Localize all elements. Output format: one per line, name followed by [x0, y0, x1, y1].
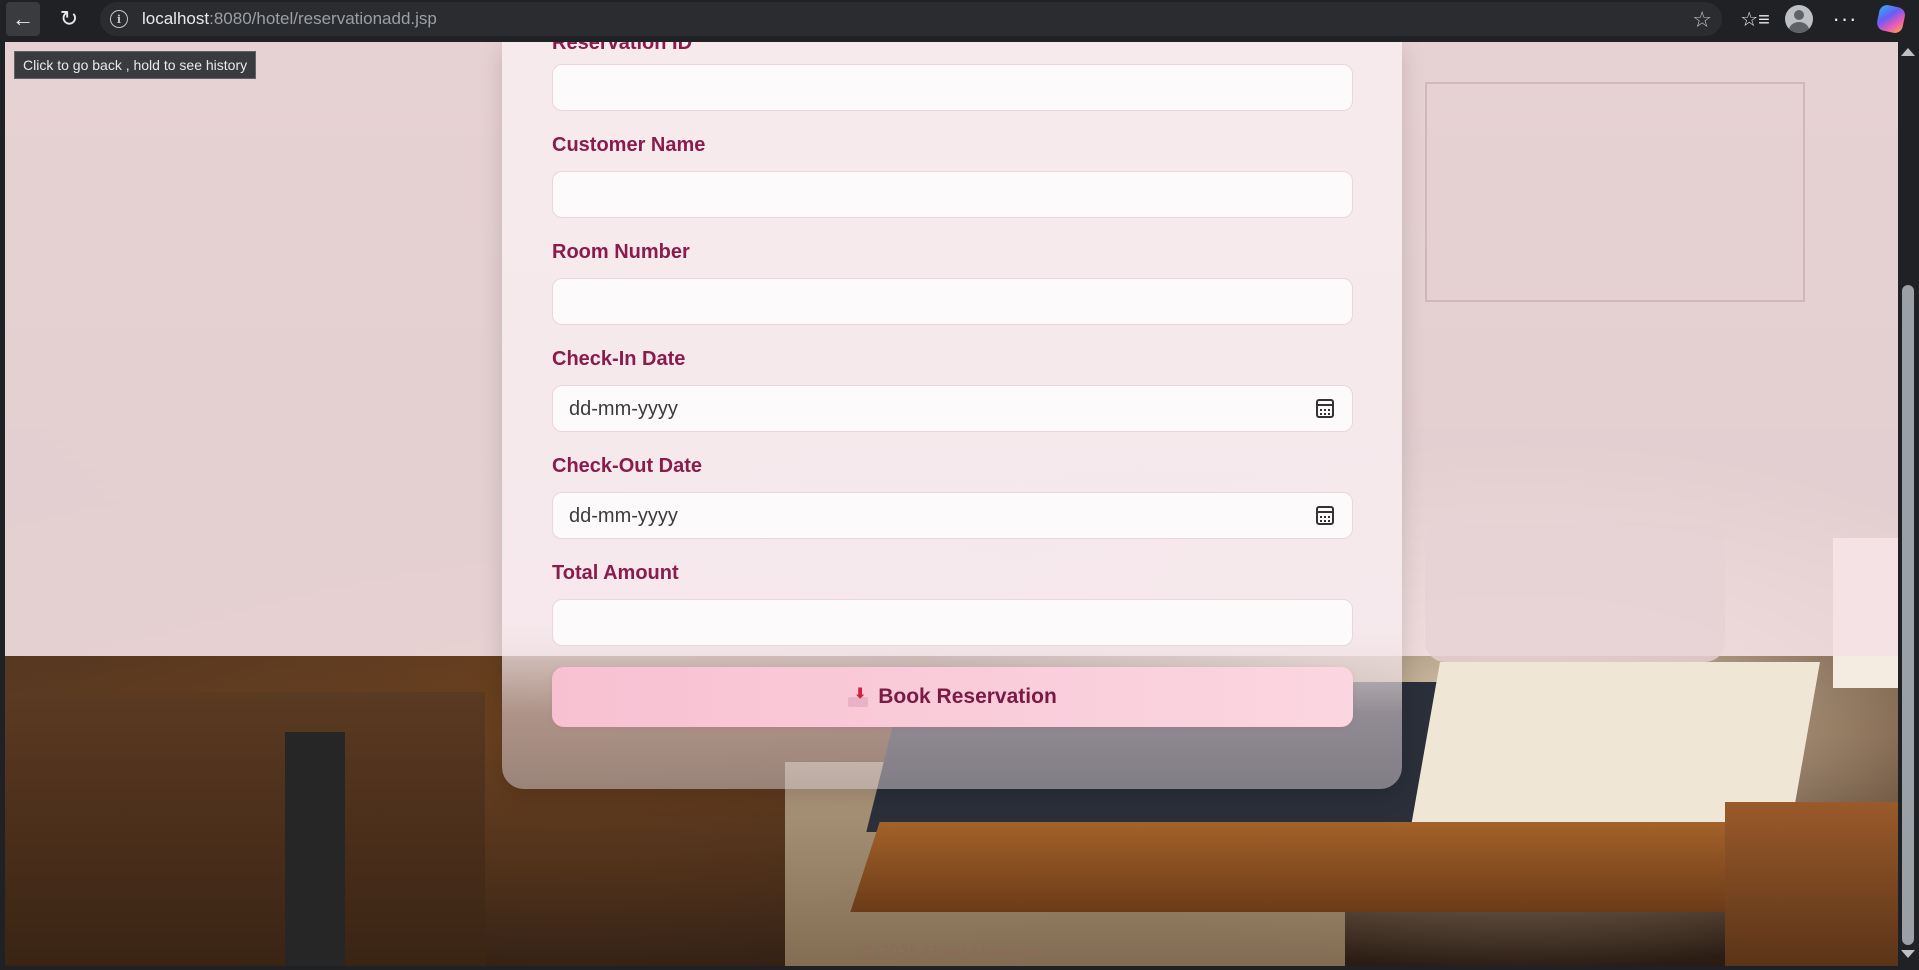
reservation-form-card: Reservation ID Customer Name Room Number… — [502, 42, 1402, 789]
page-viewport: Reservation ID Customer Name Room Number… — [5, 42, 1898, 966]
check-in-date-label: Check-In Date — [552, 348, 686, 370]
room-number-label: Room Number — [552, 241, 690, 263]
browser-toolbar: ← ↻ i localhost:8080/hotel/reservationad… — [0, 0, 1919, 42]
down-arrow-shape: ⬇ — [854, 685, 866, 701]
check-in-date-placeholder: dd-mm-yyyy — [569, 398, 678, 420]
url-host: localhost — [142, 9, 210, 28]
scrollbar-thumb[interactable] — [1902, 285, 1914, 945]
bookmark-star-icon[interactable]: ☆ — [1692, 7, 1712, 33]
check-out-date-placeholder: dd-mm-yyyy — [569, 505, 678, 527]
scroll-up-arrow-icon[interactable] — [1901, 48, 1915, 56]
customer-name-input[interactable] — [552, 171, 1353, 218]
inbox-tray-icon: ⬇ — [848, 685, 869, 707]
check-out-date-label: Check-Out Date — [552, 455, 703, 477]
background-pillows — [1425, 522, 1725, 662]
room-number-input[interactable] — [552, 278, 1353, 325]
profile-button[interactable] — [1782, 2, 1816, 36]
calendar-icon[interactable] — [1316, 506, 1334, 525]
scroll-down-arrow-icon[interactable] — [1901, 950, 1915, 958]
avatar — [1785, 5, 1813, 33]
copilot-icon — [1875, 3, 1907, 35]
settings-menu-button[interactable]: ··· — [1828, 2, 1862, 36]
favorites-button[interactable]: ☆≡ — [1738, 2, 1772, 36]
total-amount-label: Total Amount — [552, 562, 679, 584]
reservation-id-input[interactable] — [552, 64, 1353, 111]
book-reservation-label: Book Reservation — [878, 685, 1057, 708]
book-reservation-button[interactable]: ⬇ Book Reservation — [552, 667, 1353, 727]
address-bar[interactable]: i localhost:8080/hotel/reservationadd.js… — [100, 2, 1722, 36]
background-wall-art — [1425, 82, 1805, 302]
total-amount-input[interactable] — [552, 599, 1353, 646]
background-cabinet — [5, 692, 485, 966]
back-button[interactable]: ← — [6, 2, 40, 36]
copilot-button[interactable] — [1874, 2, 1908, 36]
calendar-icon[interactable] — [1316, 399, 1334, 418]
reservation-id-label: Reservation ID — [552, 42, 693, 54]
background-cabinet-door — [285, 732, 345, 966]
more-icon: ··· — [1832, 6, 1858, 31]
url-text[interactable]: localhost:8080/hotel/reservationadd.jsp — [142, 9, 437, 29]
site-info-icon[interactable]: i — [110, 10, 128, 28]
favorites-icon: ☆≡ — [1740, 8, 1770, 31]
check-out-date-input[interactable]: dd-mm-yyyy — [552, 492, 1353, 539]
back-button-tooltip: Click to go back , hold to see history — [14, 51, 257, 79]
page-scrollbar[interactable] — [1898, 42, 1919, 966]
check-in-date-input[interactable]: dd-mm-yyyy — [552, 385, 1353, 432]
reload-icon: ↻ — [59, 6, 79, 31]
page-footer: © 2025 Hotel Manager — [860, 942, 1043, 962]
back-arrow-icon: ← — [12, 6, 34, 31]
customer-name-label: Customer Name — [552, 134, 706, 156]
reload-button[interactable]: ↻ — [52, 2, 86, 36]
url-path: :8080/hotel/reservationadd.jsp — [209, 9, 437, 28]
